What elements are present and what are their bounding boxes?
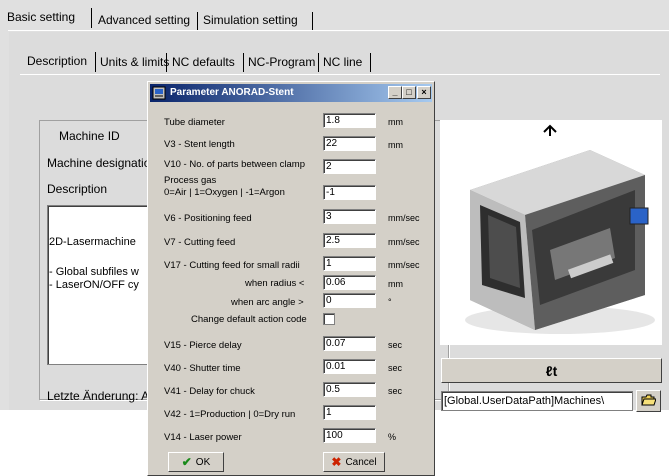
param-unit: mm/sec — [388, 237, 420, 247]
description-line: - LaserON/OFF cy — [49, 279, 139, 291]
param-label: Change default action code — [191, 314, 307, 325]
small-radii-feed-input[interactable]: 1 — [323, 256, 376, 271]
param-label: 0=Air | 1=Oxygen | -1=Argon — [164, 187, 285, 198]
dialog-titlebar[interactable]: Parameter ANORAD-Stent _ □ × — [150, 84, 432, 102]
stent-length-input[interactable]: 22 — [323, 136, 376, 151]
param-label: V14 - Laser power — [164, 432, 242, 443]
param-unit: sec — [388, 363, 403, 373]
adjust-icon: ℓt — [545, 362, 558, 379]
param-unit: % — [388, 432, 397, 442]
change-action-code-checkbox[interactable] — [323, 313, 335, 325]
param-label: V6 - Positioning feed — [164, 213, 252, 224]
param-label: V40 - Shutter time — [164, 363, 241, 374]
param-label: V10 - No. of parts between clamp — [164, 159, 305, 170]
close-button[interactable]: × — [417, 86, 431, 99]
radius-threshold-input[interactable]: 0.06 — [323, 275, 376, 290]
param-unit: sec — [388, 340, 403, 350]
machine-designation-label: Machine designatio — [47, 156, 151, 170]
adjust-button[interactable]: ℓt — [441, 358, 662, 383]
production-mode-input[interactable]: 1 — [323, 405, 376, 420]
param-unit: mm/sec — [388, 260, 420, 270]
tab-nc-defaults[interactable]: NC defaults — [172, 55, 235, 69]
tab-nc-line[interactable]: NC line — [323, 55, 362, 69]
parts-between-clamp-input[interactable]: 2 — [323, 159, 376, 174]
description-line: 2D-Lasermachine — [49, 236, 136, 248]
param-unit: ° — [388, 297, 392, 307]
param-label: V42 - 1=Production | 0=Dry run — [164, 409, 296, 420]
path-field[interactable]: [Global.UserDataPath]Machines\ — [441, 391, 633, 411]
param-unit: mm/sec — [388, 213, 420, 223]
tab-simulation-setting[interactable]: Simulation setting — [203, 13, 298, 27]
cancel-x-icon: ✖ — [331, 455, 342, 469]
folder-open-icon — [641, 394, 657, 409]
param-label: when radius < — [245, 278, 305, 289]
machine-image — [440, 120, 662, 345]
minimize-icon: _ — [392, 87, 398, 97]
param-label: Tube diameter — [164, 117, 225, 128]
tab-nc-program[interactable]: NC-Program — [248, 55, 315, 69]
description-line: - Global subfiles w — [49, 266, 139, 278]
shutter-time-input[interactable]: 0.01 — [323, 359, 376, 374]
dialog-title: Parameter ANORAD-Stent — [170, 87, 294, 98]
cutting-feed-input[interactable]: 2.5 — [323, 233, 376, 248]
param-label: V15 - Pierce delay — [164, 340, 242, 351]
param-label: V41 - Delay for chuck — [164, 386, 255, 397]
param-unit: sec — [388, 386, 403, 396]
minimize-button[interactable]: _ — [388, 86, 402, 99]
maximize-button[interactable]: □ — [402, 86, 416, 99]
param-label: V17 - Cutting feed for small radii — [164, 260, 300, 271]
positioning-feed-input[interactable]: 3 — [323, 209, 376, 224]
param-unit: mm — [388, 117, 403, 127]
tab-basic-setting[interactable]: Basic setting — [7, 10, 75, 24]
close-icon: × — [421, 87, 427, 97]
laser-power-input[interactable]: 100 — [323, 428, 376, 443]
tube-diameter-input[interactable]: 1.8 — [323, 113, 376, 128]
app-icon — [152, 86, 166, 100]
machine-id-label: Machine ID — [59, 129, 120, 143]
param-label: Process gas — [164, 175, 217, 186]
arc-angle-input[interactable]: 0 — [323, 293, 376, 308]
maximize-icon: □ — [406, 87, 412, 97]
parameter-dialog: Parameter ANORAD-Stent _ □ × Tube diamet… — [147, 81, 435, 476]
last-change-label: Letzte Änderung: A — [47, 389, 150, 403]
param-label: V7 - Cutting feed — [164, 237, 236, 248]
tab-advanced-setting[interactable]: Advanced setting — [98, 13, 190, 27]
browse-button[interactable] — [636, 390, 661, 412]
cancel-button[interactable]: ✖ Cancel — [323, 452, 385, 472]
param-label: when arc angle > — [231, 297, 304, 308]
description-textarea[interactable]: 2D-Lasermachine - Global subfiles w - La… — [47, 205, 157, 365]
check-icon: ✔ — [181, 455, 192, 469]
ok-button[interactable]: ✔ OK — [168, 452, 224, 472]
pierce-delay-input[interactable]: 0.07 — [323, 336, 376, 351]
param-unit: mm — [388, 140, 403, 150]
param-unit: mm — [388, 279, 403, 289]
process-gas-input[interactable]: -1 — [323, 185, 376, 200]
description-label: Description — [47, 182, 108, 196]
param-label: V3 - Stent length — [164, 139, 235, 150]
chuck-delay-input[interactable]: 0.5 — [323, 382, 376, 397]
tab-description[interactable]: Description — [27, 54, 87, 68]
tab-units-limits[interactable]: Units & limits — [100, 55, 169, 69]
